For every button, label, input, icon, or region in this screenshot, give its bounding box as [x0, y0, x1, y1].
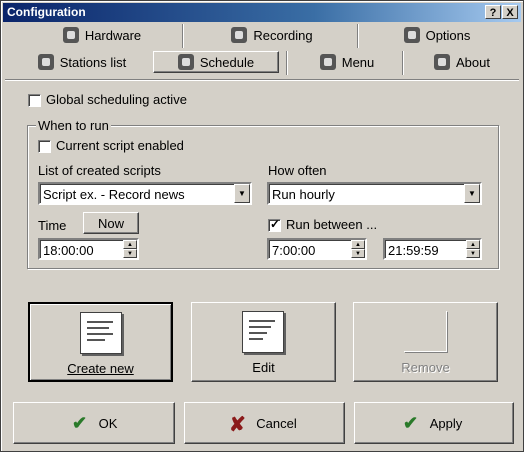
remove-label: Remove	[401, 360, 450, 375]
tab-schedule[interactable]: Schedule	[153, 51, 279, 73]
how-often-selected-value: Run hourly	[272, 187, 335, 202]
tab-recording[interactable]: Recording	[192, 24, 352, 46]
spin-up-icon[interactable]: ▲	[123, 240, 137, 249]
tab-label: Schedule	[199, 54, 255, 70]
tab-hardware[interactable]: Hardware	[27, 24, 177, 46]
create-new-label: Create new	[67, 361, 134, 376]
options-icon	[403, 27, 420, 43]
help-button[interactable]: ?	[485, 5, 501, 19]
tab-label: Options	[425, 27, 471, 43]
tab-separator	[357, 24, 358, 48]
now-button[interactable]: Now	[83, 212, 139, 234]
create-new-button[interactable]: Create new	[28, 302, 173, 382]
how-often-dropdown[interactable]: Run hourly ▼	[267, 182, 482, 205]
global-scheduling-label: Global scheduling active	[46, 92, 187, 107]
spin-down-icon[interactable]: ▼	[466, 249, 480, 258]
script-selected-value: Script ex. - Record news	[43, 187, 185, 202]
run-between-label: Run between ...	[286, 217, 378, 232]
group-legend: When to run	[36, 118, 111, 133]
ok-button[interactable]: ✔ OK	[13, 402, 175, 444]
stations-icon	[37, 54, 54, 70]
menu-icon	[319, 54, 336, 70]
how-often-label: How often	[268, 163, 327, 178]
apply-button[interactable]: ✔ Apply	[354, 402, 514, 444]
tab-label: About	[456, 54, 490, 70]
remove-document-icon	[404, 311, 447, 352]
edit-button[interactable]: Edit	[191, 302, 336, 382]
time-value: 18:00:00	[43, 243, 94, 258]
tab-label: Stations list	[59, 54, 127, 70]
spin-down-icon[interactable]: ▼	[351, 249, 365, 258]
between-end-field[interactable]: 21:59:59 ▲ ▼	[383, 238, 482, 260]
close-button[interactable]: X	[502, 5, 518, 19]
between-start-value: 7:00:00	[272, 243, 316, 258]
current-script-label: Current script enabled	[56, 138, 184, 153]
clock-icon	[177, 54, 194, 70]
tab-separator	[402, 51, 403, 75]
tab-panel-divider	[5, 79, 519, 80]
current-script-checkbox[interactable]	[38, 140, 51, 153]
tab-row-1: Hardware Recording Options	[7, 24, 519, 48]
title-bar: Configuration ? X	[3, 3, 521, 22]
between-end-value: 21:59:59	[388, 243, 439, 258]
about-icon	[434, 54, 450, 70]
now-button-label: Now	[97, 216, 124, 231]
script-dropdown[interactable]: Script ex. - Record news ▼	[38, 182, 252, 205]
apply-label: Apply	[429, 416, 463, 431]
cancel-button[interactable]: ✘ Cancel	[184, 402, 345, 444]
between-start-field[interactable]: 7:00:00 ▲ ▼	[267, 238, 367, 260]
tab-options[interactable]: Options	[367, 24, 507, 46]
tab-about[interactable]: About	[412, 51, 512, 73]
spin-up-icon[interactable]: ▲	[351, 240, 365, 249]
tab-separator	[286, 51, 287, 75]
spin-up-icon[interactable]: ▲	[466, 240, 480, 249]
tab-label: Recording	[253, 27, 313, 43]
hardware-icon	[62, 27, 79, 43]
scripts-list-label: List of created scripts	[38, 163, 161, 178]
cancel-label: Cancel	[256, 416, 297, 431]
time-label: Time	[38, 218, 67, 233]
tab-label: Hardware	[84, 27, 142, 43]
global-scheduling-checkbox[interactable]	[28, 94, 41, 107]
window-title: Configuration	[7, 5, 86, 19]
edit-document-icon	[242, 311, 284, 353]
time-field[interactable]: 18:00:00 ▲ ▼	[38, 238, 139, 260]
tab-row-2: Stations list Schedule Menu About	[7, 51, 519, 75]
recording-icon	[231, 27, 248, 43]
tab-separator	[182, 24, 183, 48]
run-between-checkbox[interactable]	[268, 217, 281, 232]
ok-label: OK	[98, 416, 118, 431]
configuration-window: Configuration ? X Hardware Recording Opt…	[0, 0, 524, 452]
document-icon	[80, 312, 122, 354]
chevron-down-icon[interactable]: ▼	[234, 184, 250, 203]
chevron-down-icon[interactable]: ▼	[464, 184, 480, 203]
edit-label: Edit	[252, 360, 275, 375]
tab-stations-list[interactable]: Stations list	[27, 51, 137, 73]
remove-button[interactable]: Remove	[353, 302, 498, 382]
spin-down-icon[interactable]: ▼	[123, 249, 137, 258]
tab-label: Menu	[341, 54, 375, 70]
tab-menu[interactable]: Menu	[297, 51, 397, 73]
